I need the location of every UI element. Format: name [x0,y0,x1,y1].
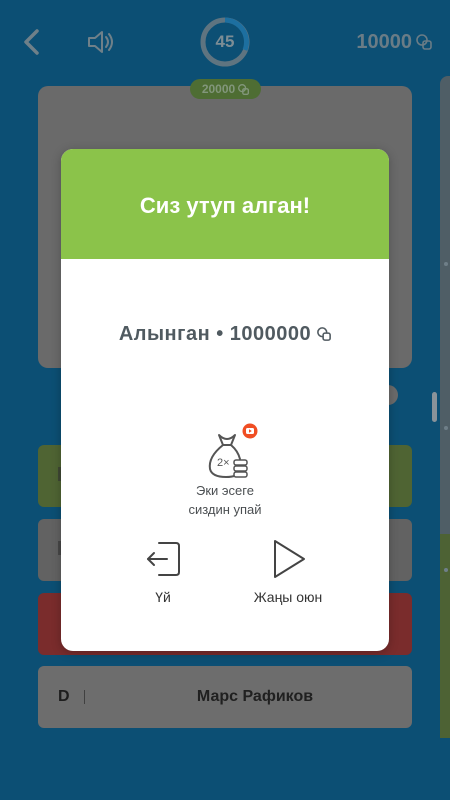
exit-door-icon [147,542,180,576]
countdown-timer: 45 [199,16,251,68]
home-label: Үй [155,589,171,605]
top-bar: 45 10000 [0,0,450,84]
double-reward-text: Эки эсеге сиздин упай [61,481,389,519]
win-dialog: Сиз утуп алган! Алынган • 1000000 2× Эки… [61,149,389,651]
double-multiplier: 2× [217,457,230,469]
ladder-dot [444,262,448,266]
answer-text: Марс Рафиков [196,688,314,705]
winnings-line: Алынган • 1000000 [61,319,389,349]
prize-value: 20000 [201,82,236,96]
play-triangle-icon [274,540,305,578]
prize-ladder-current [440,534,450,738]
answer-letter: D [58,688,70,705]
speaker-icon[interactable] [86,28,116,56]
double-text-line2: сиздин упай [188,502,262,517]
ladder-dot [444,426,448,430]
home-button[interactable]: Үй [98,539,228,609]
timer-value: 45 [215,32,235,51]
winnings-text: Алынган • 1000000 [118,322,312,345]
balance-value: 10000 [356,30,412,53]
coin-stack-icon [238,83,250,95]
coin-stack-icon [317,327,332,341]
scrollbar-handle[interactable] [432,392,437,422]
double-reward-button[interactable]: 2× Эки эсеге сиздин упай [61,423,389,523]
new-game-label: Жаңы оюн [253,589,323,605]
double-text-line1: Эки эсеге [196,483,254,498]
prize-level-badge: 20000 [190,79,261,99]
answer-option-d[interactable]: D Марс Рафиков [38,666,412,728]
dialog-title: Сиз утуп алган! [139,193,311,218]
ladder-dot [444,568,448,572]
dialog-header: Сиз утуп алган! [61,149,389,259]
play-video-icon [242,423,258,439]
new-game-button[interactable]: Жаңы оюн [223,539,353,609]
chevron-left-icon[interactable] [20,28,44,56]
coin-stack-icon [416,34,432,50]
coin-balance: 10000 [356,30,432,54]
answer-separator [84,690,85,704]
